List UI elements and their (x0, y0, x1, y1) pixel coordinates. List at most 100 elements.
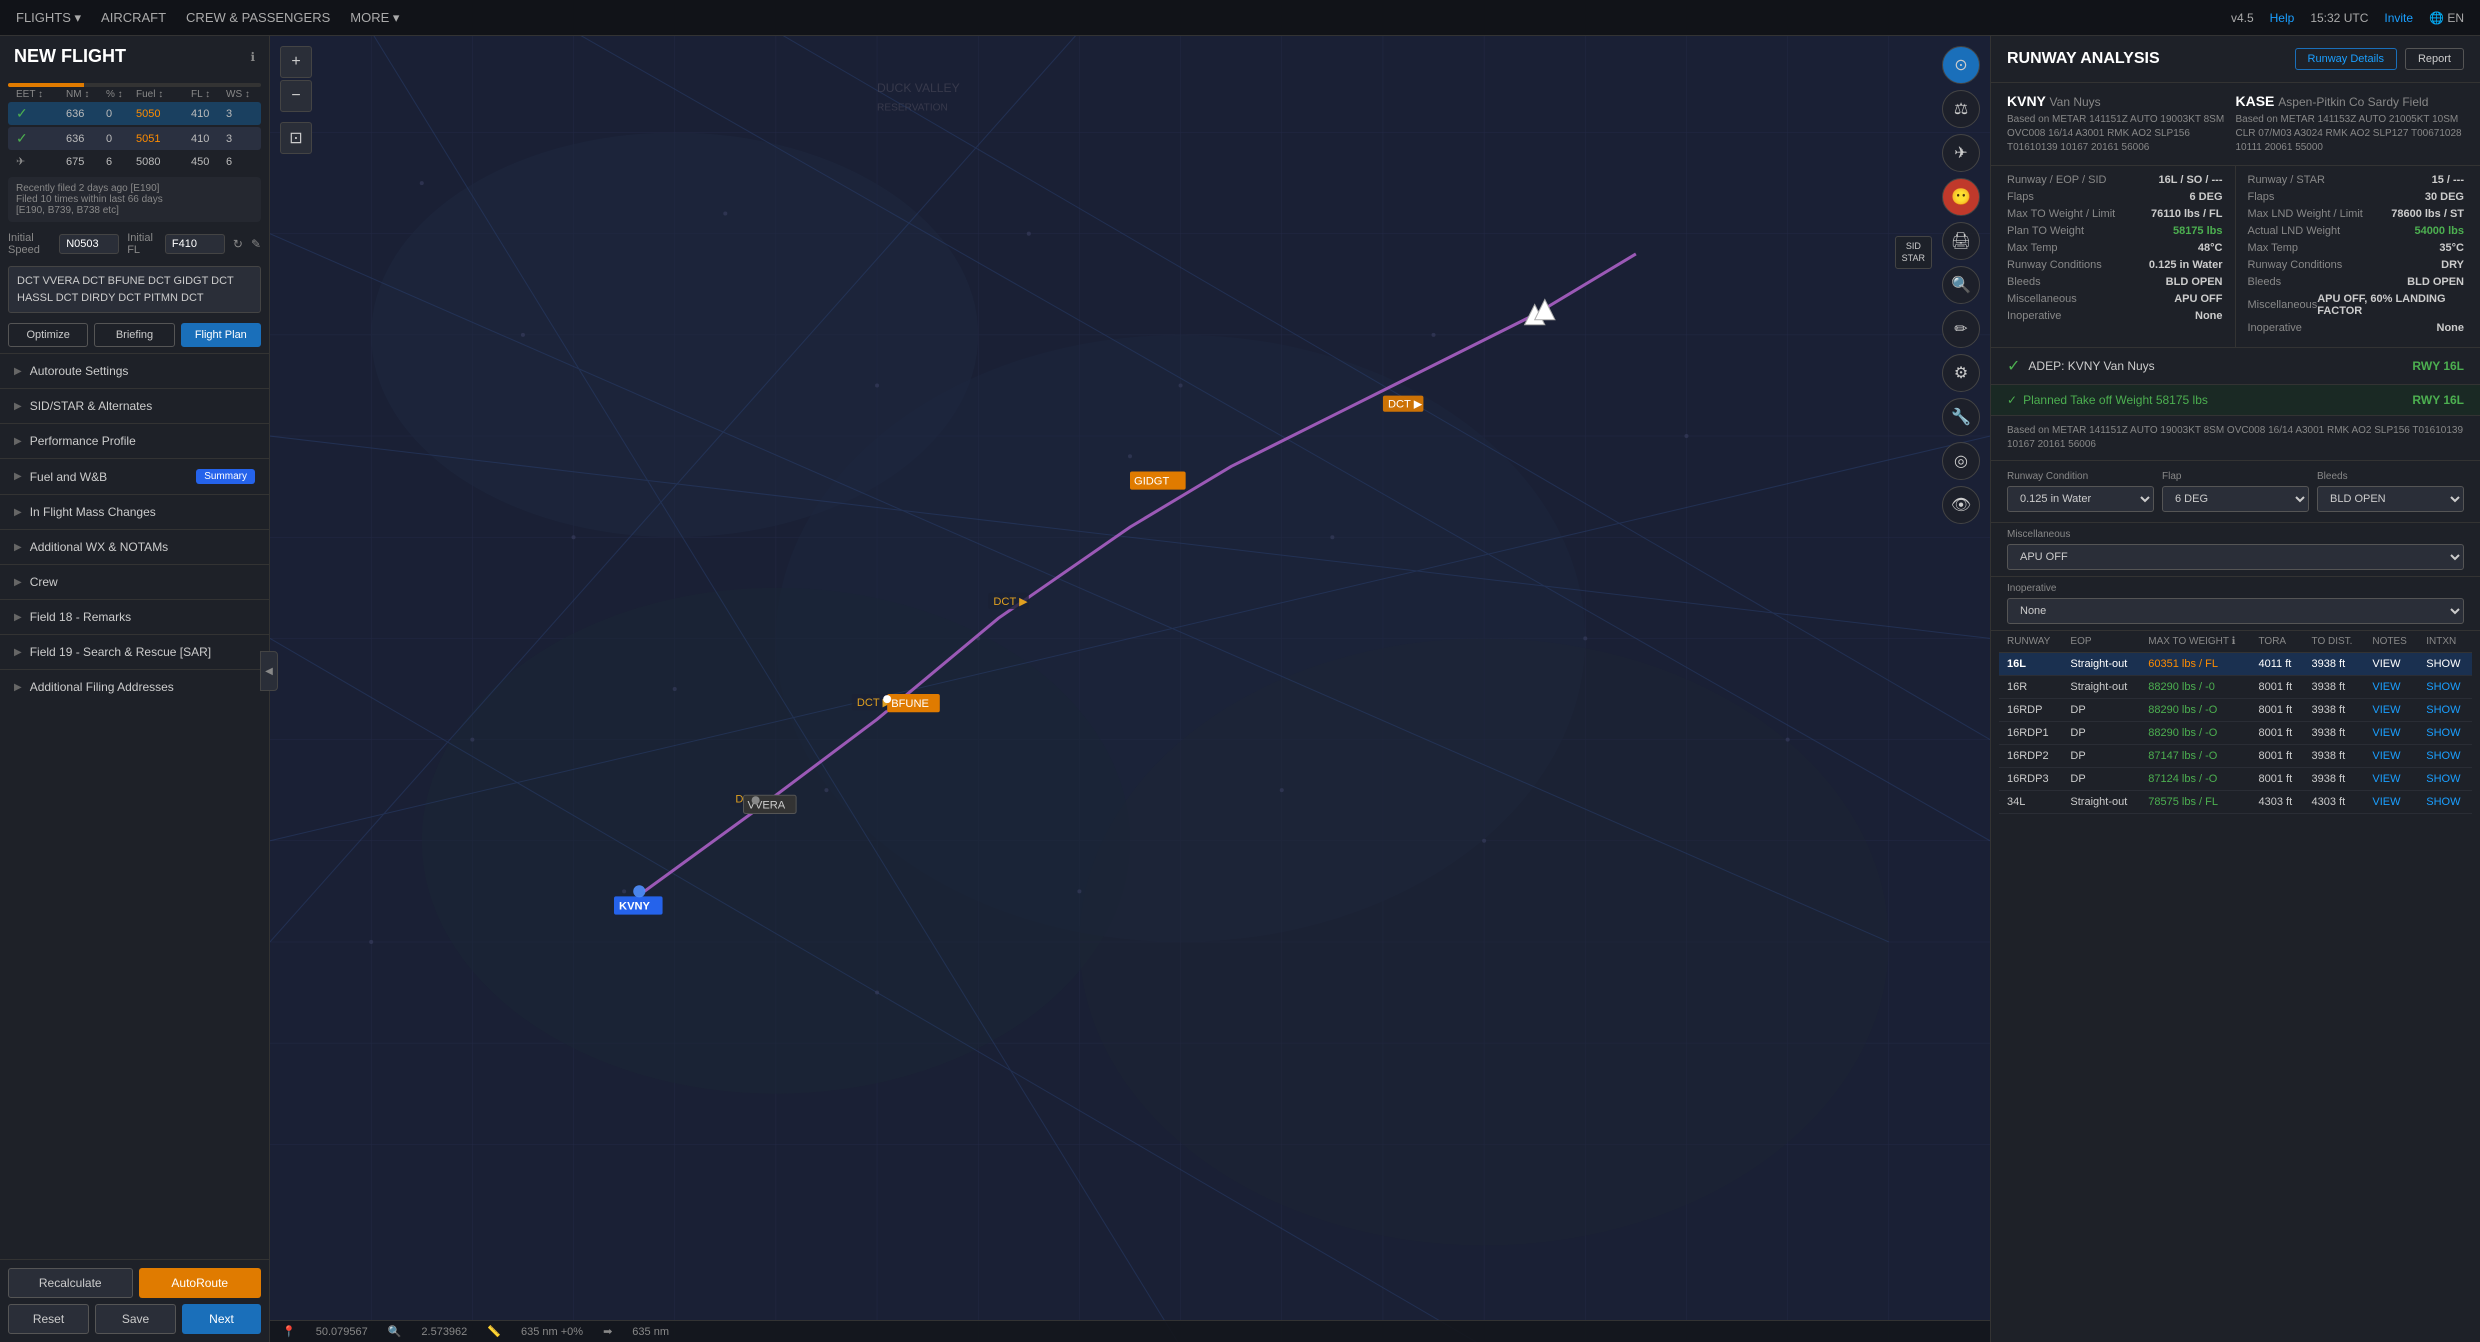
table-row: 16RDP DP 88290 lbs / -O 8001 ft 3938 ft … (1999, 699, 2472, 722)
arrow-icon: ▶ (14, 401, 22, 412)
flap-select[interactable]: 6 DEG 15 DEG 20 DEG (2162, 486, 2309, 512)
intxn-show[interactable]: SHOW (2418, 676, 2472, 699)
arr-flaps-value: 30 DEG (2425, 191, 2464, 203)
takeoff-rwy: RWY 16L (2412, 393, 2464, 407)
eye-button[interactable]: 👁 (1942, 486, 1980, 524)
sidebar-filing[interactable]: ▶ Additional Filing Addresses (0, 669, 269, 704)
next-button[interactable]: Next (182, 1304, 261, 1334)
intxn-show[interactable]: SHOW (2418, 745, 2472, 768)
ruler-icon: 📏 (487, 1325, 501, 1338)
max-to-value: 88290 lbs / -O (2140, 722, 2250, 745)
briefing-button[interactable]: Briefing (94, 323, 174, 347)
notes-view[interactable]: VIEW (2364, 676, 2418, 699)
notes-view[interactable]: VIEW (2364, 745, 2418, 768)
sidebar-wx[interactable]: ▶ Additional WX & NOTAMs (0, 529, 269, 564)
intxn-show[interactable]: SHOW (2418, 791, 2472, 814)
th-to-dist: TO DIST. (2304, 631, 2365, 653)
bleeds-select[interactable]: BLD OPEN BLD CLOSE (2317, 486, 2464, 512)
scale-button[interactable]: ⚖ (1942, 90, 1980, 128)
arr-inop-label: Inoperative (2248, 322, 2302, 334)
optimize-button[interactable]: Optimize (8, 323, 88, 347)
sidebar-fuel[interactable]: ▶ Fuel and W&B Summary (0, 458, 269, 494)
map-area: DCT ▶ DCT ▶ DCT ▶ DCT ▶ KVNY VVERA BFUNE… (270, 36, 1990, 1342)
zoom-out-button[interactable]: − (280, 80, 312, 112)
sidebar-sid-star[interactable]: ▶ SID/STAR & Alternates (0, 388, 269, 423)
flight-row[interactable]: ✓ 636 0 5051 410 3 (8, 127, 261, 150)
nav-crew[interactable]: CREW & PASSENGERS (186, 10, 330, 25)
layers-button[interactable]: ⊙ (1942, 46, 1980, 84)
notes-view[interactable]: VIEW (2364, 768, 2418, 791)
sidebar-autoroute[interactable]: ▶ Autoroute Settings (0, 353, 269, 388)
col-pct: % ↕ (106, 89, 136, 100)
help-link[interactable]: Help (2270, 11, 2295, 25)
max-to-info-icon[interactable]: ℹ (2232, 636, 2236, 647)
edit-icon[interactable]: ✎ (251, 237, 261, 251)
save-button[interactable]: Save (95, 1304, 176, 1334)
flight-row[interactable]: ✓ 636 0 5050 410 3 (8, 102, 261, 125)
filter-button[interactable]: ⚙ (1942, 354, 1980, 392)
bleeds-label: Bleeds (2317, 471, 2464, 482)
initial-speed-input[interactable] (59, 234, 119, 254)
flap-label: Flap (2162, 471, 2309, 482)
fit-view-button[interactable]: ⊡ (280, 122, 312, 154)
tora-value: 8001 ft (2251, 699, 2304, 722)
report-button[interactable]: Report (2405, 48, 2464, 70)
time-display: 15:32 UTC (2310, 11, 2368, 25)
reset-button[interactable]: Reset (8, 1304, 89, 1334)
sidebar-field18[interactable]: ▶ Field 18 - Remarks (0, 599, 269, 634)
print-button[interactable]: 🖨 (1942, 222, 1980, 260)
initial-fl-input[interactable] (165, 234, 225, 254)
invite-btn[interactable]: Invite (2384, 11, 2413, 25)
intxn-show[interactable]: SHOW (2418, 722, 2472, 745)
runway-details-button[interactable]: Runway Details (2295, 48, 2397, 70)
tora-value: 4011 ft (2251, 653, 2304, 676)
info-icon[interactable]: ℹ (250, 50, 255, 64)
notes-view[interactable]: VIEW (2364, 699, 2418, 722)
notes-view[interactable]: VIEW (2364, 791, 2418, 814)
nav-flights[interactable]: FLIGHTS ▾ (16, 10, 81, 26)
sar-label: Field 19 - Search & Rescue [SAR] (30, 645, 211, 659)
refresh-icon[interactable]: ↻ (233, 237, 243, 251)
inflight-label: In Flight Mass Changes (30, 505, 156, 519)
sidebar-performance[interactable]: ▶ Performance Profile (0, 423, 269, 458)
sidebar-crew[interactable]: ▶ Crew (0, 564, 269, 599)
intxn-show[interactable]: SHOW (2418, 653, 2472, 676)
location-button[interactable]: ◎ (1942, 442, 1980, 480)
notes-view[interactable]: VIEW (2364, 722, 2418, 745)
language-select[interactable]: 🌐 EN (2429, 11, 2464, 25)
nav-more[interactable]: MORE ▾ (350, 10, 399, 26)
nav-aircraft[interactable]: AIRCRAFT (101, 10, 166, 25)
panel-header: NEW FLIGHT ℹ (0, 36, 269, 77)
collapse-panel-button[interactable]: ◀ (260, 651, 278, 691)
notes-view[interactable]: VIEW (2364, 653, 2418, 676)
top-nav: FLIGHTS ▾ AIRCRAFT CREW & PASSENGERS MOR… (0, 0, 2480, 36)
sidebar-inflight[interactable]: ▶ In Flight Mass Changes (0, 494, 269, 529)
intxn-show[interactable]: SHOW (2418, 768, 2472, 791)
search-map-button[interactable]: 🔍 (1942, 266, 1980, 304)
sid-star-map-button[interactable]: SIDSTAR (1895, 236, 1932, 269)
col-fl: FL ↕ (191, 89, 226, 100)
autoroute-button[interactable]: AutoRoute (139, 1268, 262, 1298)
runway-condition-select[interactable]: 0.125 in Water DRY WET (2007, 486, 2154, 512)
adep-row: ✓ ADEP: KVNY Van Nuys RWY 16L (1991, 348, 2480, 385)
sidebar-sar[interactable]: ▶ Field 19 - Search & Rescue [SAR] (0, 634, 269, 669)
inop-select[interactable]: None Engine Anti-Ice (2007, 598, 2464, 624)
svg-text:DUCK VALLEY: DUCK VALLEY (877, 81, 960, 95)
flight-row[interactable]: ✈ 675 6 5080 450 6 (8, 152, 261, 171)
draw-button[interactable]: ✏ (1942, 310, 1980, 348)
airport-button[interactable]: ✈ (1942, 134, 1980, 172)
settings-button[interactable]: 🔧 (1942, 398, 1980, 436)
right-panel-header: RUNWAY ANALYSIS Runway Details Report (1991, 36, 2480, 83)
misc-label: Miscellaneous (2007, 529, 2464, 540)
col-headers: EET ↕ NM ↕ % ↕ Fuel ↕ FL ↕ WS ↕ (8, 87, 261, 102)
arrow-icon: ▶ (14, 577, 22, 588)
svg-text:KVNY: KVNY (619, 901, 650, 913)
zoom-in-button[interactable]: + (280, 46, 312, 78)
inop-label: Inoperative (2007, 583, 2464, 594)
intxn-show[interactable]: SHOW (2418, 699, 2472, 722)
flight-plan-button[interactable]: Flight Plan (181, 323, 261, 347)
dep-maxtemp-label: Max Temp (2007, 242, 2058, 254)
misc-select[interactable]: APU OFF APU ON (2007, 544, 2464, 570)
recalculate-button[interactable]: Recalculate (8, 1268, 133, 1298)
notice-button[interactable]: 😶 (1942, 178, 1980, 216)
